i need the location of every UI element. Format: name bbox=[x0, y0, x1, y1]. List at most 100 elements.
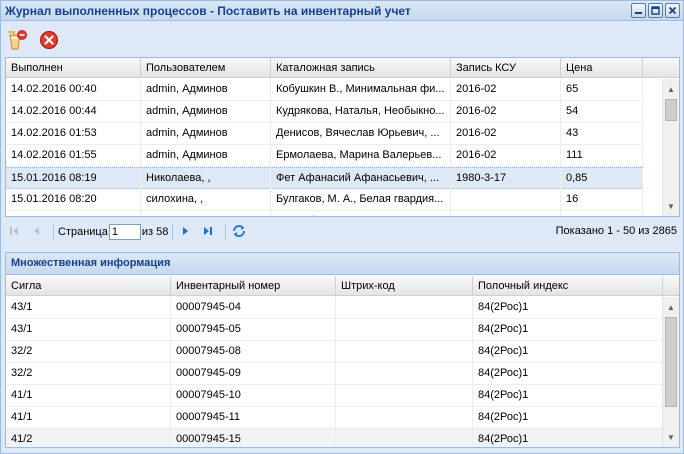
details-cell: 84(2Рос)1 bbox=[473, 429, 663, 447]
processes-grid: Выполнен Пользователем Каталожная запись За… bbox=[5, 57, 680, 217]
process-cell: Денисов, Вячеслав Юрьевич, ... bbox=[271, 123, 451, 144]
processes-column-header[interactable]: Цена bbox=[561, 58, 643, 78]
process-cell: 43 bbox=[561, 123, 643, 144]
pager-separator bbox=[172, 224, 174, 240]
prev-page-icon bbox=[30, 225, 42, 240]
details-row[interactable]: 41/1 00007945-11 84(2Рос)1 bbox=[6, 407, 663, 429]
details-column-header[interactable]: Сигла bbox=[6, 276, 171, 296]
process-row[interactable]: 14.02.2016 00:40 admin, Админов Кобушкин В… bbox=[6, 79, 643, 101]
details-cell: 84(2Рос)1 bbox=[473, 363, 663, 384]
details-cell: 84(2Рос)1 bbox=[473, 319, 663, 340]
process-cell: 2016-02 bbox=[451, 145, 561, 166]
process-cell: 15.01.2016 08:19 bbox=[6, 168, 141, 189]
details-row[interactable]: 43/1 00007945-05 84(2Рос)1 bbox=[6, 319, 663, 341]
process-cell: Фет Афанасий Афанасьевич, ... bbox=[271, 168, 451, 189]
details-cell: 41/1 bbox=[6, 385, 171, 406]
details-cell: 32/2 bbox=[6, 341, 171, 362]
process-cell: Булгаков, М. А., Белая гвардия... bbox=[271, 189, 451, 210]
scroll-up-arrow[interactable]: ▲ bbox=[663, 81, 679, 97]
scroll-down-arrow[interactable]: ▼ bbox=[663, 429, 679, 445]
process-cell: 1993-1 bbox=[451, 211, 561, 216]
process-cell: 14.02.2016 01:55 bbox=[6, 145, 141, 166]
process-cell: admin, Админов bbox=[141, 145, 271, 166]
processes-column-header[interactable]: Выполнен bbox=[6, 58, 141, 78]
pager-separator bbox=[225, 224, 227, 240]
process-cell: 0,85 bbox=[561, 168, 643, 189]
prev-page-button[interactable] bbox=[27, 223, 45, 241]
details-cell bbox=[336, 319, 473, 340]
last-page-button[interactable] bbox=[199, 223, 217, 241]
close-button[interactable] bbox=[665, 3, 680, 18]
process-cell: 1980-3-17 bbox=[451, 168, 561, 189]
details-cell: 84(2Рос)1 bbox=[473, 297, 663, 318]
details-cell: 84(2Рос)1 bbox=[473, 407, 663, 428]
details-cell: 00007945-05 bbox=[171, 319, 336, 340]
details-row[interactable]: 41/1 00007945-10 84(2Рос)1 bbox=[6, 385, 663, 407]
process-cell: 16 bbox=[561, 189, 643, 210]
details-cell: 00007945-11 bbox=[171, 407, 336, 428]
process-cell: Лемкина bbox=[141, 211, 271, 216]
details-cell: 84(2Рос)1 bbox=[473, 341, 663, 362]
cancel-icon bbox=[39, 30, 59, 53]
process-cell: 14.02.2016 00:40 bbox=[6, 79, 141, 100]
details-cell: 84(2Рос)1 bbox=[473, 385, 663, 406]
details-cell: 00007945-10 bbox=[171, 385, 336, 406]
processes-scrollbar[interactable]: ▲ ▼ bbox=[662, 79, 679, 216]
scroll-thumb[interactable] bbox=[665, 317, 677, 407]
cancel-button[interactable] bbox=[37, 29, 61, 53]
details-cell: 41/1 bbox=[6, 407, 171, 428]
processes-column-header[interactable]: Пользователем bbox=[141, 58, 271, 78]
minimize-button[interactable] bbox=[631, 3, 646, 18]
next-page-button[interactable] bbox=[177, 223, 195, 241]
details-row[interactable]: 32/2 00007945-08 84(2Рос)1 bbox=[6, 341, 663, 363]
details-row[interactable]: 41/2 00007945-15 84(2Рос)1 bbox=[6, 429, 663, 447]
details-cell: 00007945-04 bbox=[171, 297, 336, 318]
process-cell: Кобушкин В., Минимальная фи... bbox=[271, 79, 451, 100]
details-column-header[interactable]: Штрих-код bbox=[336, 276, 473, 296]
window-title: Журнал выполненных процессов - Поставить… bbox=[5, 4, 411, 18]
refresh-button[interactable] bbox=[230, 223, 248, 241]
process-cell: 65 bbox=[561, 79, 643, 100]
toolbar bbox=[5, 27, 61, 55]
details-scrollbar[interactable]: ▲ ▼ bbox=[662, 297, 679, 447]
processes-grid-header: Выполнен Пользователем Каталожная запись За… bbox=[6, 58, 679, 78]
processes-column-header[interactable]: Запись КСУ bbox=[451, 58, 561, 78]
process-row[interactable]: 14.02.2016 01:53 admin, Админов Денисов, В… bbox=[6, 123, 643, 145]
processes-column-header[interactable]: Каталожная запись bbox=[271, 58, 451, 78]
maximize-button[interactable] bbox=[648, 3, 663, 18]
page-number-input[interactable] bbox=[108, 224, 141, 240]
process-log-window: Журнал выполненных процессов - Поставить… bbox=[0, 0, 684, 454]
process-cell: 15.01.2016 08:20 bbox=[6, 189, 141, 210]
process-row[interactable]: 15.01.2016 08:20 силохина, , Булгаков, М. … bbox=[6, 189, 643, 211]
details-column-header[interactable]: Инвентарный номер bbox=[171, 276, 336, 296]
minimize-icon bbox=[632, 4, 645, 17]
details-row[interactable]: 43/1 00007945-04 84(2Рос)1 bbox=[6, 297, 663, 319]
details-cell: 43/1 bbox=[6, 319, 171, 340]
details-cell: 00007945-09 bbox=[171, 363, 336, 384]
process-cell: 111 bbox=[561, 145, 643, 166]
process-row[interactable]: 24.12.2015 19:35ЛемкинаУэстлейк Дональд,… bbox=[6, 211, 643, 216]
details-cell bbox=[336, 363, 473, 384]
scroll-thumb[interactable] bbox=[665, 99, 677, 121]
clear-log-icon bbox=[6, 29, 28, 54]
first-page-button[interactable] bbox=[5, 223, 23, 241]
details-column-header[interactable]: Полочный индекс bbox=[473, 276, 663, 296]
details-row[interactable]: 32/2 00007945-09 84(2Рос)1 bbox=[6, 363, 663, 385]
scroll-up-arrow[interactable]: ▲ bbox=[663, 299, 679, 315]
window-titlebar[interactable]: Журнал выполненных процессов - Поставить… bbox=[1, 1, 683, 21]
details-cell bbox=[336, 407, 473, 428]
pager-separator bbox=[53, 224, 54, 240]
scroll-down-arrow[interactable]: ▼ bbox=[663, 198, 679, 214]
next-page-icon bbox=[180, 225, 192, 240]
details-cell: 00007945-08 bbox=[171, 341, 336, 362]
process-cell: 14.02.2016 00:44 bbox=[6, 101, 141, 122]
clear-log-button[interactable] bbox=[5, 29, 29, 53]
page-label: Страница bbox=[58, 226, 108, 238]
process-cell: admin, Админов bbox=[141, 79, 271, 100]
details-cell bbox=[336, 429, 473, 447]
first-page-icon bbox=[8, 225, 20, 240]
process-cell bbox=[451, 189, 561, 210]
process-row[interactable]: 14.02.2016 00:44 admin, Админов Кудрякова,… bbox=[6, 101, 643, 123]
process-row[interactable]: 15.01.2016 08:19 Николаева, , Фет Афанасий… bbox=[6, 167, 643, 189]
process-row[interactable]: 14.02.2016 01:55 admin, Админов Ермолаева,… bbox=[6, 145, 643, 167]
